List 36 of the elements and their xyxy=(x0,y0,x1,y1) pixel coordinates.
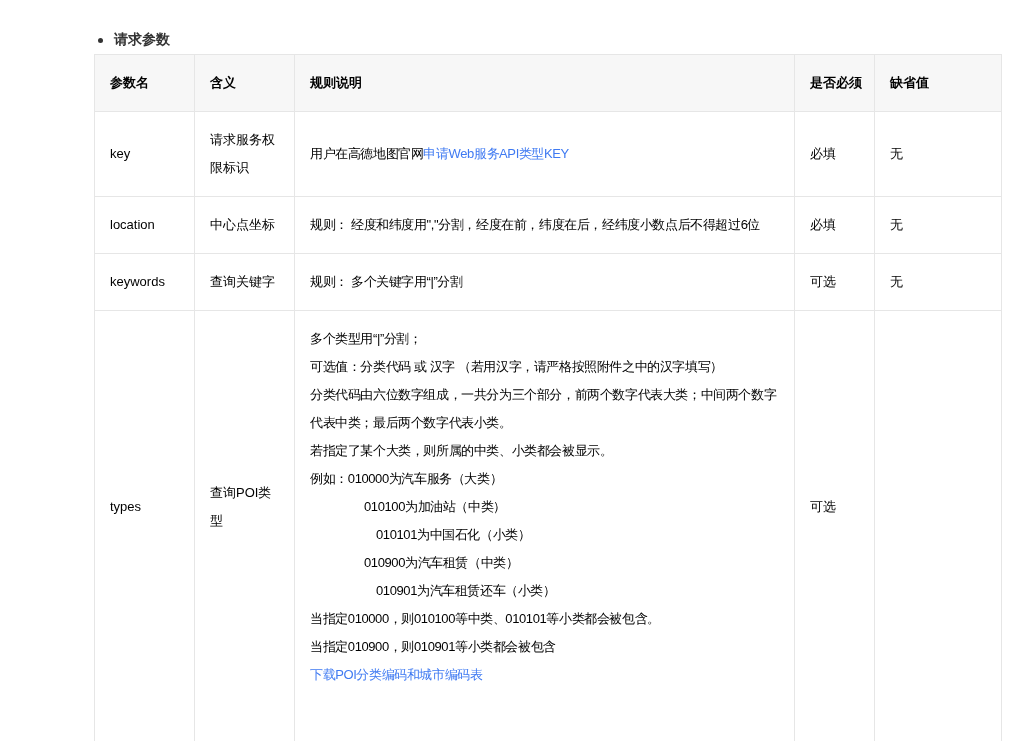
column-header: 是否必须 xyxy=(794,54,875,112)
column-header: 含义 xyxy=(194,54,295,112)
table-cell: 无 xyxy=(874,111,1002,197)
table-cell: types xyxy=(94,310,195,741)
table-cell: key xyxy=(94,111,195,197)
table-cell: 查询关键字 xyxy=(194,253,295,311)
rule-text: 多个类型用“|”分割； xyxy=(310,330,423,348)
rule-text: 分类代码由六位数字组成，一共分为三个部分，前两个数字代表大类；中间两个数字代表中类；最后两个数字代表小类。 xyxy=(310,386,778,432)
rule-text: 若指定了某个大类，则所属的中类、小类都会被显示。 xyxy=(310,442,614,460)
table-cell: 请求服务权限标识 xyxy=(194,111,295,197)
table-cell: location xyxy=(94,196,195,254)
rule-text: 可选值：分类代码 或 汉字 （若用汉字，请严格按照附件之中的汉字填写） xyxy=(310,358,724,376)
bullet-icon xyxy=(98,37,103,43)
rule-text: 010100为加油站（中类） xyxy=(363,498,507,516)
column-header: 缺省值 xyxy=(874,54,1002,112)
table-cell: 无 xyxy=(874,253,1002,311)
section-title: 请求参数 xyxy=(114,31,170,49)
rule-text: 010901为汽车租赁还车（小类） xyxy=(375,582,557,600)
table-cell: 无 xyxy=(874,196,1002,254)
rule-text: 例如：010000为汽车服务（大类） xyxy=(310,470,504,488)
column-header: 参数名 xyxy=(94,54,195,112)
table-cell: 中心点坐标 xyxy=(194,196,295,254)
rule-text: 当指定010000，则010100等中类、010101等小类都会被包含。 xyxy=(310,610,661,628)
download-link[interactable]: 下载POI分类编码和城市编码表 xyxy=(310,661,786,689)
rule-text: 规则： 经度和纬度用","分割，经度在前，纬度在后，经纬度小数点后不得超过6位 xyxy=(310,216,762,234)
rule-text: 规则： 多个关键字用“|”分割 xyxy=(310,273,464,291)
rule-text: 当指定010900，则010901等小类都会被包含 xyxy=(310,638,557,656)
rule-text: 用户在高德地图官网申请Web服务API类型KEY xyxy=(310,145,570,163)
column-header: 规则说明 xyxy=(294,54,795,112)
apply-key-link[interactable]: 申请Web服务API类型KEY xyxy=(423,146,569,161)
rule-text: 010101为中国石化（小类） xyxy=(375,526,532,544)
table-cell: 必填 xyxy=(794,111,875,197)
table-cell: 可选 xyxy=(794,253,875,311)
table-cell: 必填 xyxy=(794,196,875,254)
rule-text: 010900为汽车租赁（中类） xyxy=(363,554,520,572)
table-cell: keywords xyxy=(94,253,195,311)
